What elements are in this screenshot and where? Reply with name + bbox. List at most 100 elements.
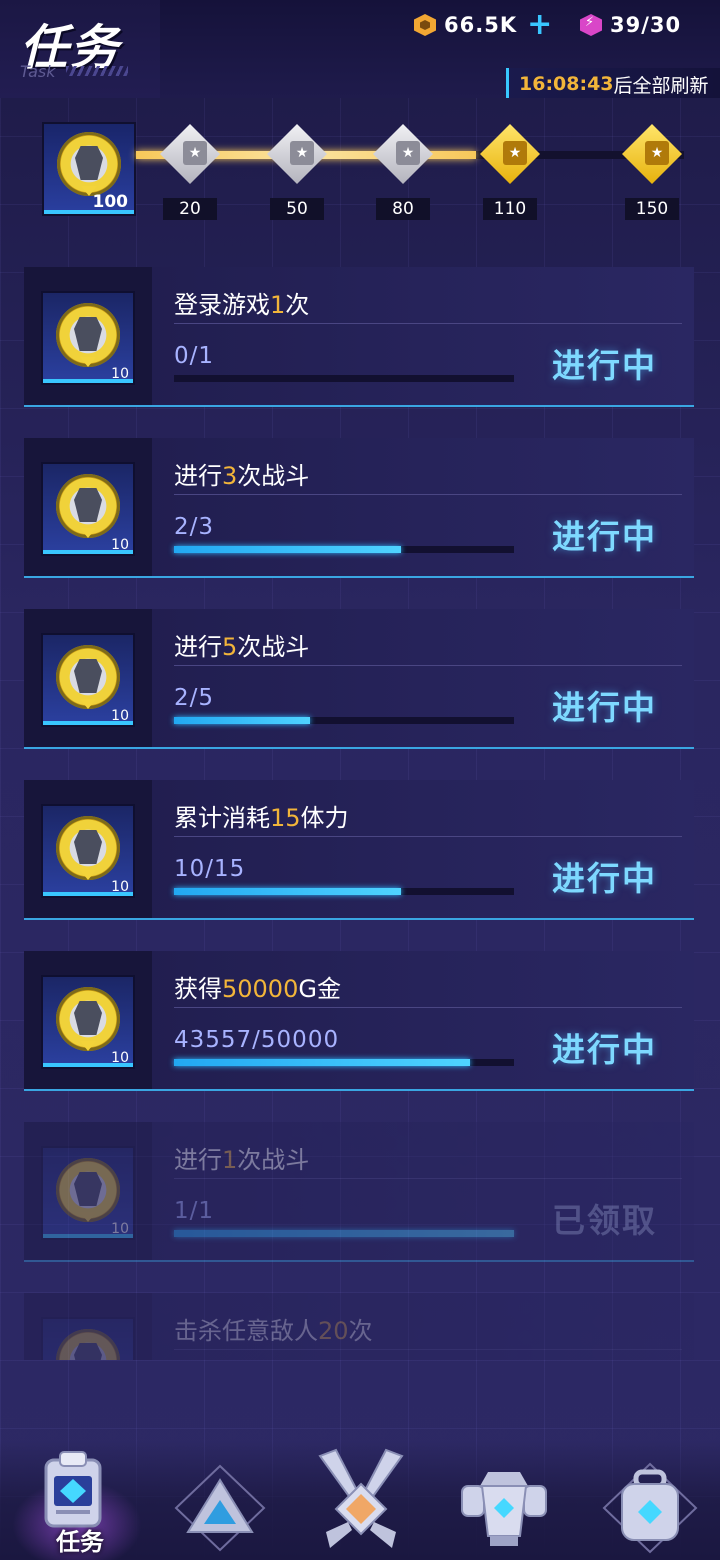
task-progress-fill: [174, 717, 310, 724]
task-title-suffix: G金: [298, 975, 341, 1003]
task-title: 进行3次战斗: [174, 456, 309, 491]
divider: [174, 1007, 682, 1008]
nav-item-mech[interactable]: [452, 1440, 562, 1560]
milestone-points-label: 50: [270, 198, 324, 220]
task-title-suffix: 次战斗: [237, 633, 310, 661]
medal-icon: [57, 132, 121, 196]
milestone-reward-3[interactable]: ★ 80: [368, 124, 438, 224]
title-decoration: [66, 66, 128, 76]
task-status-button[interactable]: 进行中: [552, 681, 657, 729]
task-progress-bar: [174, 888, 514, 895]
task-card[interactable]: 10 进行3次战斗 2/3 进行中: [24, 438, 694, 578]
task-progress-text: 43557/50000: [174, 1027, 340, 1053]
milestone-reward-2[interactable]: ★ 50: [262, 124, 332, 224]
task-reward-box: 10: [41, 975, 135, 1069]
star-icon: ★: [183, 141, 207, 165]
task-reward-area: 10: [24, 267, 152, 405]
task-title-suffix: 次战斗: [237, 1146, 310, 1174]
star-icon: ★: [396, 141, 420, 165]
task-title-suffix: 次: [285, 291, 310, 319]
task-card[interactable]: 10 登录游戏1次 0/1 进行中: [24, 267, 694, 407]
reward-count: 10: [111, 1050, 129, 1066]
milestone-reward-5[interactable]: ★ 150: [617, 124, 687, 224]
divider: [174, 1349, 682, 1350]
medal-icon: [56, 1329, 120, 1360]
reward-count: 10: [111, 708, 129, 724]
reward-count: 10: [111, 879, 129, 895]
task-title-suffix: 体力: [300, 804, 349, 832]
milestone-reward-4[interactable]: ★ 110: [475, 124, 545, 224]
medal-icon: [56, 816, 120, 880]
energy-icon: [580, 14, 602, 36]
milestone-points-label: 80: [376, 198, 430, 220]
task-card[interactable]: 10 累计消耗15体力 10/15 进行中: [24, 780, 694, 920]
task-title-number: 3: [222, 462, 238, 490]
backpack-icon: [602, 1462, 698, 1554]
task-title-prefix: 击杀任意敌人: [174, 1317, 318, 1345]
gift-box-icon: ★: [622, 124, 682, 184]
task-title-prefix: 进行: [174, 1146, 222, 1174]
task-list[interactable]: 10 登录游戏1次 0/1 进行中 10 进行3次战斗 2/3 进行中 10 进行5次战斗 2/5 进…: [0, 262, 720, 1360]
star-icon: ★: [503, 141, 527, 165]
task-reward-area: 10: [24, 438, 152, 576]
triangle-stage-icon: [174, 1464, 266, 1552]
milestone-points-label: 20: [163, 198, 217, 220]
divider: [174, 836, 682, 837]
gift-box-icon: ★: [267, 124, 327, 184]
task-progress-bar: [174, 717, 514, 724]
activity-points-value: 100: [92, 192, 129, 212]
task-title-number: 50000: [222, 975, 299, 1003]
task-reward-area: 10: [24, 951, 152, 1089]
nav-item-stage[interactable]: [168, 1440, 278, 1560]
task-status-button[interactable]: 进行中: [552, 510, 657, 558]
medal-icon: [56, 1158, 120, 1222]
task-progress-fill: [174, 546, 401, 553]
task-progress-bar: [174, 1230, 514, 1237]
task-title: 进行5次战斗: [174, 627, 309, 662]
milestone-points-label: 110: [483, 198, 537, 220]
gift-box-icon: ★: [480, 124, 540, 184]
mech-armor-icon: [461, 1472, 547, 1546]
task-reward-box: 10: [41, 1146, 135, 1240]
task-card[interactable]: 10 进行1次战斗 1/1 已领取: [24, 1122, 694, 1262]
medal-icon: [56, 987, 120, 1051]
task-progress-fill: [174, 1230, 514, 1237]
task-reward-box: 10: [41, 804, 135, 898]
divider: [174, 494, 682, 495]
task-title-suffix: 次: [348, 1317, 373, 1345]
task-title: 击杀任意敌人20次: [174, 1311, 373, 1346]
task-status-button[interactable]: 进行中: [552, 339, 657, 387]
task-progress-bar: [174, 546, 514, 553]
task-progress-text: 2/5: [174, 685, 215, 711]
gift-box-icon: ★: [160, 124, 220, 184]
nav-item-task[interactable]: 任务: [12, 1440, 142, 1560]
task-title: 获得50000G金: [174, 969, 341, 1004]
nav-item-battle[interactable]: [306, 1440, 416, 1560]
task-reward-area: 10: [24, 780, 152, 918]
milestone-reward-1[interactable]: ★ 20: [155, 124, 225, 224]
milestone-points-label: 150: [625, 198, 679, 220]
task-status-button[interactable]: 进行中: [552, 1023, 657, 1071]
energy-counter: 39/30: [580, 10, 681, 40]
task-reward-box: [41, 1317, 135, 1360]
task-title: 进行1次战斗: [174, 1140, 309, 1175]
task-title-prefix: 登录游戏: [174, 291, 270, 319]
medal-icon: [56, 645, 120, 709]
page-subtitle: Task: [20, 62, 56, 81]
task-reward-box: 10: [41, 633, 135, 727]
task-card[interactable]: 10 获得50000G金 43557/50000 进行中: [24, 951, 694, 1091]
task-status-button[interactable]: 已领取: [552, 1194, 657, 1242]
medal-icon: [56, 303, 120, 367]
divider: [174, 665, 682, 666]
bottom-nav: 任务: [0, 1440, 720, 1560]
task-reward-area: 10: [24, 1122, 152, 1260]
task-card[interactable]: 击杀任意敌人20次: [24, 1293, 694, 1360]
add-coin-button[interactable]: +: [527, 10, 553, 40]
task-title-prefix: 进行: [174, 462, 222, 490]
task-status-button[interactable]: 进行中: [552, 852, 657, 900]
task-title-prefix: 获得: [174, 975, 222, 1003]
task-card[interactable]: 10 进行5次战斗 2/5 进行中: [24, 609, 694, 749]
task-progress-bar: [174, 1059, 514, 1066]
nav-item-bag[interactable]: [598, 1440, 708, 1560]
task-progress-bar: [174, 375, 514, 382]
